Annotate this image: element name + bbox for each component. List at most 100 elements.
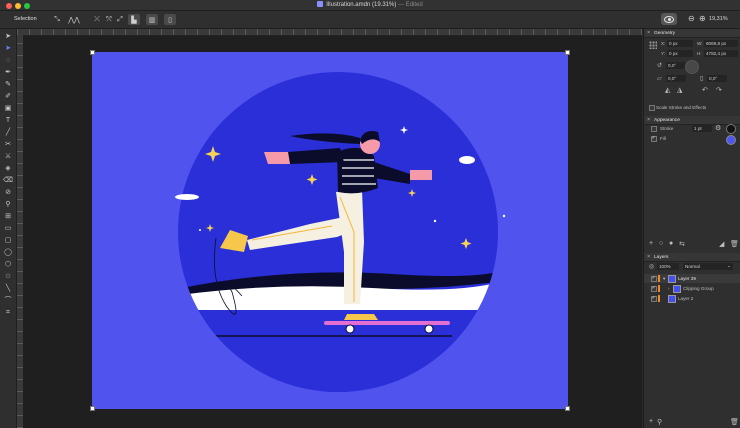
artboard[interactable] bbox=[90, 50, 570, 411]
align-center-icon[interactable]: ▥ bbox=[146, 14, 158, 25]
opacity-field[interactable]: 100% bbox=[657, 263, 679, 270]
stroke-settings-icon[interactable]: ⚙ bbox=[715, 124, 721, 132]
opacity-icon: ◎ bbox=[649, 264, 655, 270]
star-tool-icon[interactable]: ☆ bbox=[3, 272, 13, 282]
collapse-layers-icon[interactable]: × bbox=[647, 254, 650, 260]
line-tool-icon[interactable]: ╱ bbox=[3, 128, 13, 138]
crop-tool-icon[interactable]: ⌗ bbox=[3, 308, 13, 318]
resize-handle-top-right[interactable] bbox=[565, 50, 570, 55]
width-field[interactable]: 6069,8 px bbox=[704, 40, 738, 47]
add-layer-icon[interactable]: + bbox=[649, 418, 653, 425]
zoom-tool-icon[interactable]: ⚲ bbox=[3, 200, 13, 210]
flip-icon[interactable]: ⤫ bbox=[92, 14, 102, 25]
layer-visibility-checkbox[interactable] bbox=[651, 295, 657, 302]
zoom-in-icon[interactable]: ⊕ bbox=[699, 14, 706, 23]
resize-handle-bottom-left[interactable] bbox=[90, 406, 95, 411]
shape-builder-icon[interactable]: ▣ bbox=[3, 104, 13, 114]
rotation-field[interactable]: 0,0° bbox=[666, 62, 686, 69]
scale-icon[interactable]: ⤢ bbox=[115, 14, 125, 25]
layer-color-tag bbox=[658, 275, 660, 282]
lasso-tool-icon[interactable]: ◌ bbox=[3, 56, 13, 66]
window-title-separator: — bbox=[398, 2, 405, 8]
zoom-out-icon[interactable]: ⊖ bbox=[688, 14, 695, 23]
flip-vertical-icon[interactable]: ◮ bbox=[677, 86, 682, 94]
opacity-value: 100% bbox=[659, 264, 671, 269]
add-icon[interactable]: + bbox=[649, 240, 653, 247]
line-segment-tool-icon[interactable]: ╲ bbox=[3, 284, 13, 294]
layer-visibility-checkbox[interactable] bbox=[651, 275, 657, 282]
flip-horizontal-icon[interactable]: ◭ bbox=[665, 86, 670, 94]
rotate-right-icon[interactable]: ↷ bbox=[716, 86, 722, 94]
y-field[interactable]: 0 px bbox=[667, 50, 693, 57]
stroke-width-field[interactable]: 1 pt bbox=[692, 125, 712, 132]
stroke-width-value: 1 pt bbox=[694, 126, 702, 131]
fill-color-swatch[interactable] bbox=[726, 135, 736, 145]
layer-visibility-checkbox[interactable] bbox=[651, 285, 657, 292]
x-value: 0 px bbox=[669, 41, 678, 46]
pencil-tool-icon[interactable]: ✎ bbox=[3, 80, 13, 90]
height-field[interactable]: 4782,4 px bbox=[704, 50, 738, 57]
rotation-dial[interactable] bbox=[685, 60, 699, 74]
clear-appearance-icon[interactable]: ◢ bbox=[719, 240, 724, 248]
delete-layer-icon[interactable]: 🗑 bbox=[730, 418, 739, 426]
illustration[interactable] bbox=[92, 52, 568, 409]
pen-tool-icon[interactable]: ✒ bbox=[3, 68, 13, 78]
stroke-checkbox[interactable] bbox=[651, 126, 657, 132]
expand-arrow-icon[interactable]: ▾ bbox=[663, 276, 665, 282]
rectangle-tool-icon[interactable]: ▭ bbox=[3, 224, 13, 234]
resize-handle-top-left[interactable] bbox=[90, 50, 95, 55]
resize-handle-bottom-right[interactable] bbox=[565, 406, 570, 411]
distribute-icon[interactable]: ▯ bbox=[164, 14, 176, 25]
horizontal-ruler[interactable] bbox=[17, 29, 642, 36]
trash-icon[interactable]: 🗑 bbox=[730, 240, 739, 248]
layer-row[interactable]: › Clipping Group bbox=[644, 284, 740, 293]
transform-icon[interactable]: ⤡ bbox=[52, 14, 62, 25]
circle-icon[interactable]: ○ bbox=[659, 240, 663, 247]
zoom-level[interactable]: 19,31% bbox=[709, 16, 728, 22]
anchor-point-grid-icon[interactable] bbox=[649, 41, 657, 49]
x-field[interactable]: 0 px bbox=[667, 40, 693, 47]
paint-bucket-icon[interactable]: ◈ bbox=[3, 164, 13, 174]
align-left-icon[interactable]: ▙ bbox=[128, 14, 140, 25]
eyedropper-tool-icon[interactable]: ⊘ bbox=[3, 188, 13, 198]
scissors-tool-icon[interactable]: ✂ bbox=[3, 140, 13, 150]
selection-tool-icon[interactable]: ➤ bbox=[3, 32, 13, 42]
geometry-panel-header[interactable]: × Geometry bbox=[644, 29, 740, 38]
swap-icon[interactable]: ⇆ bbox=[679, 240, 685, 248]
node-edit-icon[interactable]: ⋀⋀ bbox=[66, 14, 82, 25]
layer-thumbnail bbox=[668, 275, 676, 283]
brush-tool-icon[interactable]: ✐ bbox=[3, 92, 13, 102]
layer-thumbnail bbox=[668, 295, 676, 303]
rotate-left-icon[interactable]: ↶ bbox=[702, 86, 708, 94]
layer-row[interactable]: ▾ Layer 39 bbox=[644, 274, 740, 283]
collapse-appearance-icon[interactable]: × bbox=[647, 117, 650, 123]
filled-circle-icon[interactable]: ● bbox=[669, 240, 673, 247]
scale-stroke-checkbox[interactable] bbox=[649, 105, 655, 111]
fill-checkbox[interactable] bbox=[651, 135, 657, 142]
eraser-tool-icon[interactable]: ⌫ bbox=[3, 176, 13, 186]
blend-mode-select[interactable]: Normal ⌄ bbox=[683, 263, 733, 270]
artboard-tool-icon[interactable]: ⊞ bbox=[3, 212, 13, 222]
title-bar: Illustration.amdn (19.31%) — Edited bbox=[0, 0, 740, 11]
search-icon[interactable]: ⚲ bbox=[657, 418, 662, 426]
type-tool-icon[interactable]: T bbox=[3, 116, 13, 126]
layer-row[interactable]: Layer 2 bbox=[644, 294, 740, 303]
polygon-tool-icon[interactable]: ⬡ bbox=[3, 260, 13, 270]
rotate-icon[interactable]: ⤲ bbox=[104, 14, 114, 25]
collapse-geometry-icon[interactable]: × bbox=[647, 30, 650, 36]
shear-field[interactable]: 0,0° bbox=[666, 75, 686, 82]
view-mode-button[interactable] bbox=[661, 13, 677, 25]
corner-field[interactable]: 0,0° bbox=[707, 75, 727, 82]
skateboard-wheel-right bbox=[424, 324, 434, 334]
x-label: X: bbox=[661, 41, 666, 46]
rounded-rect-tool-icon[interactable]: ▢ bbox=[3, 236, 13, 246]
appearance-panel-header[interactable]: × Appearance bbox=[644, 116, 740, 125]
ellipse-tool-icon[interactable]: ◯ bbox=[3, 248, 13, 258]
layers-panel-header[interactable]: × Layers bbox=[644, 253, 740, 262]
knife-tool-icon[interactable]: ⚔ bbox=[3, 152, 13, 162]
expand-arrow-icon[interactable]: › bbox=[668, 286, 670, 291]
h-label: H: bbox=[697, 51, 702, 56]
stroke-color-swatch[interactable] bbox=[726, 124, 736, 134]
arc-tool-icon[interactable]: ⌒ bbox=[3, 296, 13, 306]
direct-selection-tool-icon[interactable]: ➤ bbox=[3, 44, 13, 54]
